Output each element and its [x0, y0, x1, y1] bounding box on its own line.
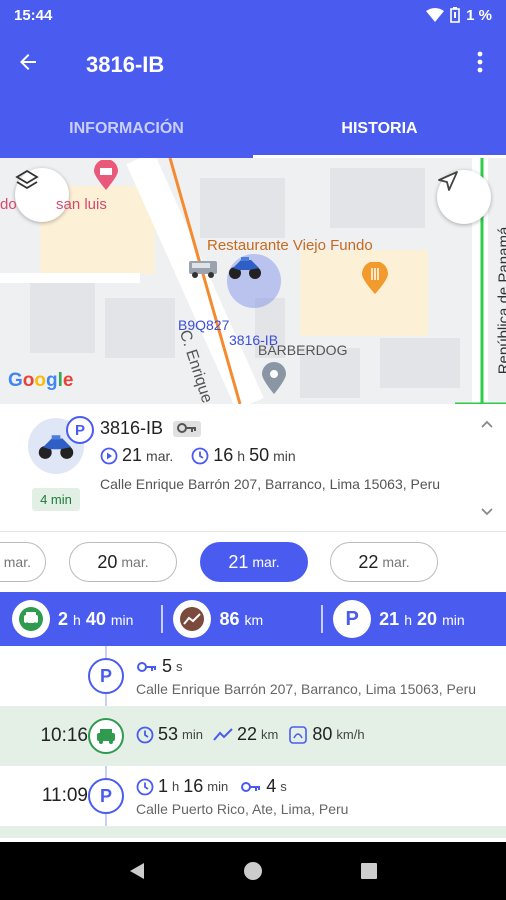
summary-parking-time: P 21 h 20 min: [333, 600, 465, 638]
summary-divider: [161, 605, 164, 633]
barber-pin-icon: [262, 362, 286, 394]
map-label-san-luis: san luis: [56, 196, 107, 213]
status-time: 15:44: [14, 6, 53, 24]
map-view[interactable]: do san luis Restaurante Viejo Fundo B9Q8…: [0, 158, 506, 404]
date-chip-20[interactable]: 20 mar.: [69, 542, 177, 582]
vehicle-address: Calle Enrique Barrón 207, Barranco, Lima…: [100, 476, 441, 492]
status-bar: 15:44 1 %: [0, 0, 506, 30]
timeline-next-item: [0, 826, 506, 838]
key-icon: [137, 661, 156, 672]
play-circle-icon: [100, 447, 118, 464]
parking-icon: P: [333, 600, 372, 638]
more-vert-icon: [477, 51, 483, 73]
min-badge: 4 min: [32, 488, 80, 511]
date-selector: mar. 20 mar. 21 mar. 22 mar.: [0, 532, 506, 592]
app-bar: 3816-IB: [0, 30, 506, 100]
duration-hours: 16: [213, 445, 234, 465]
speed-sign-icon: [289, 725, 308, 744]
parking-node-icon: P: [88, 778, 124, 814]
date-day: 21: [122, 445, 143, 465]
restaurant-pin-icon: [362, 262, 388, 294]
map-label-barberdog: BARBERDOG: [258, 342, 348, 358]
navigation-arrow-icon: [438, 171, 458, 191]
nav-recents-icon[interactable]: [360, 862, 378, 880]
history-timeline: P 5s Calle Enrique Barrón 207, Barranco,…: [0, 646, 506, 838]
chevron-up-icon[interactable]: [480, 416, 494, 432]
map-label-poi-left: do: [0, 196, 17, 213]
arrow-back-icon: [20, 53, 36, 70]
chevron-down-icon[interactable]: [480, 504, 494, 520]
parking-badge: P: [66, 416, 94, 444]
key-icon: [241, 781, 261, 792]
date-chip-21[interactable]: 21 mar.: [200, 542, 308, 582]
tab-informacion[interactable]: INFORMACIÓN: [0, 100, 253, 158]
parking-node-icon: P: [88, 658, 124, 694]
nav-back-icon[interactable]: [128, 861, 146, 881]
vehicle-avatar: P: [28, 416, 94, 474]
route-trend-icon: [213, 727, 233, 741]
clock-icon: [136, 726, 154, 743]
map-label-restaurant: Restaurante Viejo Fundo: [207, 237, 373, 254]
google-logo: Google: [8, 370, 74, 391]
car-node-icon: [88, 718, 124, 754]
duration-minutes-unit: min: [273, 447, 296, 464]
tab-historia[interactable]: HISTORIA: [253, 100, 506, 158]
date-month: mar.: [146, 447, 174, 464]
vehicle-name: 3816-IB: [100, 418, 164, 438]
battery-icon: [450, 7, 460, 23]
route-trend-icon: [173, 600, 212, 638]
nav-home-icon[interactable]: [242, 860, 264, 882]
layers-button[interactable]: [15, 168, 69, 222]
back-button[interactable]: [16, 50, 56, 81]
stop-time: 11:09: [41, 785, 88, 806]
summary-distance: 86 km: [173, 600, 263, 638]
day-summary-bar: 2 h 40 min 86 km P 21 h 20 min: [0, 592, 506, 646]
overflow-menu-button[interactable]: [470, 51, 490, 79]
stop-key-value: 5: [162, 656, 173, 676]
timeline-item-drive[interactable]: 10:16 53 min 22 km 80 km/h: [0, 706, 506, 766]
duration-minutes: 50: [249, 445, 270, 465]
date-chip-prev[interactable]: mar.: [0, 542, 46, 582]
wifi-icon: [426, 8, 445, 22]
clock-icon: [136, 778, 154, 795]
system-nav-bar: [0, 842, 506, 900]
van-marker-icon: [189, 261, 217, 278]
motorcycle-icon: [229, 257, 261, 279]
map-label-street-panama: República de Panamá: [495, 226, 506, 375]
page-title: 3816-IB: [86, 52, 165, 77]
my-location-button[interactable]: [437, 170, 491, 224]
timeline-item[interactable]: 11:09 P 1h 16 min 4s Calle Puerto Rico, A…: [0, 766, 506, 826]
tab-bar: INFORMACIÓN HISTORIA: [0, 100, 506, 158]
layers-icon: [15, 169, 39, 190]
summary-drive-time: 2 h 40 min: [12, 600, 133, 638]
timeline-item[interactable]: P 5s Calle Enrique Barrón 207, Barranco,…: [0, 646, 506, 706]
duration-hours-unit: h: [237, 447, 246, 464]
clock-icon: [191, 447, 209, 464]
battery-text: 1 %: [466, 6, 492, 24]
stop-address: Calle Puerto Rico, Ate, Lima, Peru: [136, 801, 349, 817]
car-icon: [12, 600, 50, 638]
hotel-pin-icon: [94, 160, 118, 190]
key-icon: [173, 420, 202, 437]
drive-time: 10:16: [40, 725, 88, 746]
date-chip-22[interactable]: 22 mar.: [330, 542, 438, 582]
summary-divider: [321, 605, 324, 633]
vehicle-marker[interactable]: [227, 254, 281, 308]
stop-address: Calle Enrique Barrón 207, Barranco, Lima…: [136, 681, 477, 697]
vehicle-summary-card[interactable]: P 4 min 3816-IB 21 mar. 16 h 50 min Call…: [0, 404, 506, 532]
